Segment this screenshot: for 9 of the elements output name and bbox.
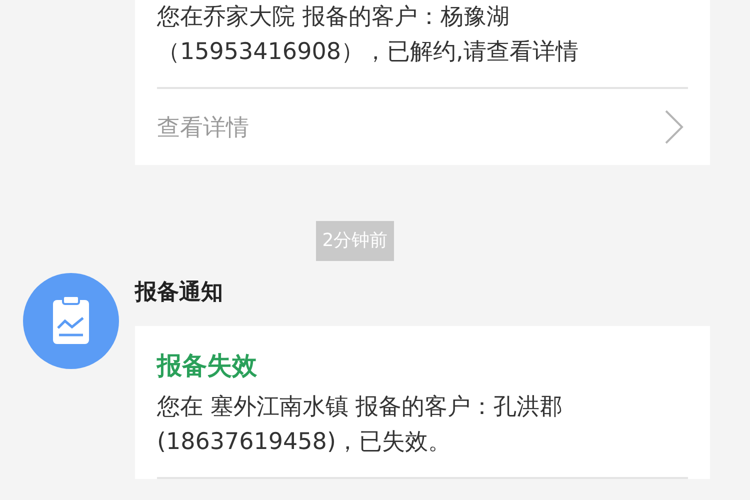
message-text: （15953416908），已解约,请查看详情 bbox=[157, 38, 580, 67]
message-text: (18637619458)，已失效。 bbox=[157, 428, 452, 457]
clipboard-chart-icon bbox=[23, 273, 119, 369]
chevron-right-icon bbox=[664, 110, 684, 144]
notice-title: 报备通知 bbox=[135, 279, 224, 307]
message-text: 您在乔家大院 报备的客户：杨豫湖 bbox=[157, 3, 510, 32]
status-title: 报备失效 bbox=[157, 350, 258, 382]
view-details-link[interactable]: 查看详情 bbox=[157, 89, 688, 165]
message-text: 您在 塞外江南水镇 报备的客户：孔洪郡 bbox=[157, 393, 564, 422]
